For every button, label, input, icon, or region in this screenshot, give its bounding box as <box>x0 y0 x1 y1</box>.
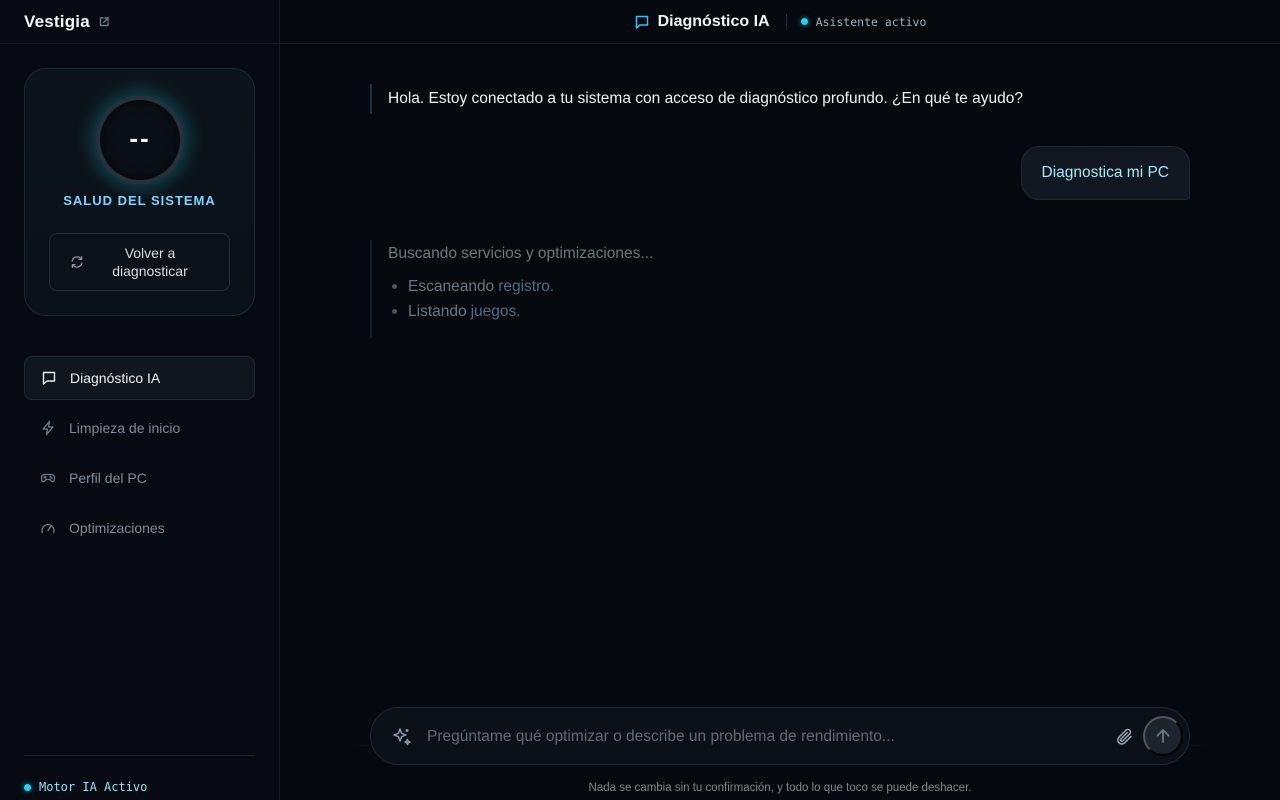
health-label: SALUD DEL SISTEMA <box>63 193 216 208</box>
header-divider <box>785 13 787 30</box>
paperclip-icon[interactable] <box>1116 727 1134 747</box>
sidebar-divider <box>24 755 255 756</box>
rediagnose-button[interactable]: Volver a diagnosticar <box>49 233 230 291</box>
step-text: Escaneando <box>408 278 495 295</box>
chat-input[interactable] <box>427 722 1107 752</box>
nav-item-label: Limpieza de inicio <box>69 420 181 436</box>
chat-icon <box>634 14 650 30</box>
gamepad-icon <box>40 470 56 486</box>
external-link-icon[interactable] <box>98 16 110 28</box>
step-text: Listando <box>408 303 467 320</box>
engine-status-label: Motor IA Activo <box>39 780 148 794</box>
send-button[interactable] <box>1143 716 1183 756</box>
health-gauge: -- <box>96 96 184 184</box>
list-item: Escaneando registro. <box>388 274 653 299</box>
safety-footnote: Nada se cambia sin tu confirmación, y to… <box>588 782 972 794</box>
page-title-group: Diagnóstico IA <box>634 13 770 31</box>
refresh-icon <box>70 255 84 269</box>
nav-item-optimizaciones[interactable]: Optimizaciones <box>24 506 255 550</box>
composer <box>370 707 1190 765</box>
assistant-message: Hola. Estoy conectado a tu sistema con a… <box>370 84 1023 114</box>
assistant-status: Asistente activo <box>800 14 927 29</box>
nav-item-label: Optimizaciones <box>69 520 165 536</box>
step-highlight: juegos. <box>470 303 521 320</box>
engine-status: Motor IA Activo <box>24 780 147 794</box>
sidebar: Vestigia -- SALUD DEL SISTEMA Volver a d… <box>0 0 280 800</box>
nav-item-label: Perfil del PC <box>69 470 147 486</box>
nav-item-label: Diagnóstico IA <box>70 370 161 386</box>
health-score: -- <box>129 122 151 153</box>
main-panel: Diagnóstico IA Asistente activo Hola. Es… <box>280 0 1280 800</box>
nav-item-diagnostico[interactable]: Diagnóstico IA <box>24 356 255 400</box>
nav-item-perfil[interactable]: Perfil del PC <box>24 456 255 500</box>
status-dot-icon <box>24 783 31 791</box>
gauge-icon <box>40 520 56 536</box>
topbar: Diagnóstico IA Asistente activo <box>280 0 1280 44</box>
status-dot-icon <box>800 18 808 25</box>
step-highlight: registro. <box>498 278 555 295</box>
rediagnose-label: Volver a diagnosticar <box>112 245 188 279</box>
chat-icon <box>41 370 57 386</box>
sparkle-icon <box>391 726 413 748</box>
user-message: Diagnostica mi PC <box>1020 146 1190 200</box>
thinking-title: Buscando servicios y optimizaciones... <box>388 245 654 262</box>
nav-item-limpieza[interactable]: Limpieza de inicio <box>24 406 255 450</box>
assistant-status-label: Asistente activo <box>815 14 927 29</box>
arrow-up-icon <box>1154 727 1172 745</box>
list-item: Listando juegos. <box>388 299 653 324</box>
lightning-icon <box>40 420 56 436</box>
brand-bar: Vestigia <box>0 0 279 44</box>
user-message-text: Diagnostica mi PC <box>1041 164 1170 181</box>
thinking-steps: Escaneando registro. Listando juegos. <box>388 274 653 324</box>
sidebar-nav: Diagnóstico IA Limpieza de inicio Perfil… <box>24 356 255 556</box>
chat-thread: Hola. Estoy conectado a tu sistema con a… <box>280 44 1280 684</box>
brand-name: Vestigia <box>24 11 90 31</box>
assistant-thinking: Buscando servicios y optimizaciones... E… <box>370 240 653 338</box>
page-title: Diagnóstico IA <box>657 12 770 30</box>
system-health-card: -- SALUD DEL SISTEMA Volver a diagnostic… <box>24 68 255 316</box>
app-window: Vestigia -- SALUD DEL SISTEMA Volver a d… <box>0 0 1280 800</box>
